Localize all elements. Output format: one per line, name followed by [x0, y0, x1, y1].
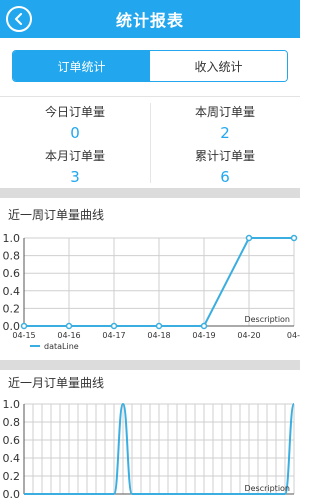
stats-panel: 今日订单量 0 本周订单量 2 本月订单量 3 累计订单量 6 — [0, 96, 300, 188]
weekly-y-tick-label: 0.2 — [3, 302, 21, 315]
weekly-data-point — [110, 322, 118, 330]
monthly-y-tick-label: 0.8 — [3, 416, 21, 429]
stat-value: 3 — [70, 168, 80, 186]
stat-label: 本周订单量 — [194, 105, 255, 119]
weekly-x-tick-label: 04-15 — [12, 331, 35, 340]
monthly-y-tick-label: 0.2 — [3, 470, 21, 483]
section-gap — [0, 188, 300, 198]
stat-label: 本月订单量 — [44, 149, 105, 163]
monthly-chart-card: 近一月订单量曲线 0.0 0.2 0.4 0.6 0.8 1.0 Description — [0, 370, 300, 500]
section-gap — [0, 360, 300, 370]
app-header: 统计报表 — [0, 0, 300, 38]
monthly-y-tick-label: 0.4 — [3, 452, 21, 465]
weekly-y-tick-label: 0.6 — [3, 267, 21, 280]
weekly-chart-card: 近一周订单量曲线 0.0 0.2 0.4 0.6 0.8 1.0 04-15 04-16 04-… — [0, 198, 300, 360]
monthly-chart-title: 近一月订单量曲线 — [8, 376, 105, 390]
stat-label: 累计订单量 — [194, 149, 255, 163]
tab-order-stats[interactable]: 订单统计 — [13, 51, 150, 81]
weekly-x-tick-label: 04-20 — [237, 331, 260, 340]
stat-value: 6 — [220, 168, 230, 186]
stat-week: 本周订单量 2 — [150, 105, 300, 142]
stat-value: 2 — [220, 124, 230, 142]
tabs-area: 订单统计 收入统计 — [0, 38, 300, 96]
weekly-x-tick-label: 04-16 — [57, 331, 80, 340]
weekly-data-point — [290, 234, 298, 242]
monthly-line-chart: 0.0 0.2 0.4 0.6 0.8 1.0 Description — [3, 398, 295, 500]
weekly-data-point — [245, 234, 253, 242]
weekly-x-tick-label: 04-19 — [192, 331, 215, 340]
weekly-x-tick-label: 04-18 — [147, 331, 170, 340]
page-title: 统计报表 — [115, 11, 184, 30]
weekly-x-tick-label: 04-2 — [287, 331, 300, 340]
weekly-x-tick-label: 04-17 — [102, 331, 125, 340]
weekly-data-point — [65, 322, 73, 330]
weekly-data-point — [155, 322, 163, 330]
stat-label: 今日订单量 — [44, 105, 105, 119]
weekly-legend-label: dataLine — [44, 342, 79, 351]
stat-total: 累计订单量 6 — [150, 149, 300, 186]
monthly-y-tick-label: 0.0 — [3, 488, 21, 500]
back-button[interactable] — [6, 6, 32, 32]
tab-income-stats[interactable]: 收入统计 — [150, 51, 287, 81]
monthly-y-tick-label: 1.0 — [3, 398, 21, 411]
weekly-y-tick-label: 0.4 — [3, 285, 21, 298]
weekly-data-point — [20, 322, 28, 330]
weekly-description: Description — [244, 315, 290, 324]
weekly-y-tick-label: 1.0 — [3, 232, 21, 245]
weekly-data-point — [200, 322, 208, 330]
weekly-chart-title: 近一周订单量曲线 — [8, 208, 105, 222]
segmented-tabs: 订单统计 收入统计 — [12, 50, 288, 82]
stat-today: 今日订单量 0 — [0, 105, 150, 142]
chevron-left-icon — [15, 13, 22, 25]
weekly-line-chart: 0.00.20.40.60.81.004-15 04-16 04-17 04-18 04… — [3, 232, 301, 351]
monthly-y-tick-label: 0.6 — [3, 434, 21, 447]
weekly-y-tick-label: 0.8 — [3, 250, 21, 263]
stat-value: 0 — [70, 124, 80, 142]
monthly-description: Description — [244, 484, 290, 493]
stat-month: 本月订单量 3 — [0, 149, 150, 186]
